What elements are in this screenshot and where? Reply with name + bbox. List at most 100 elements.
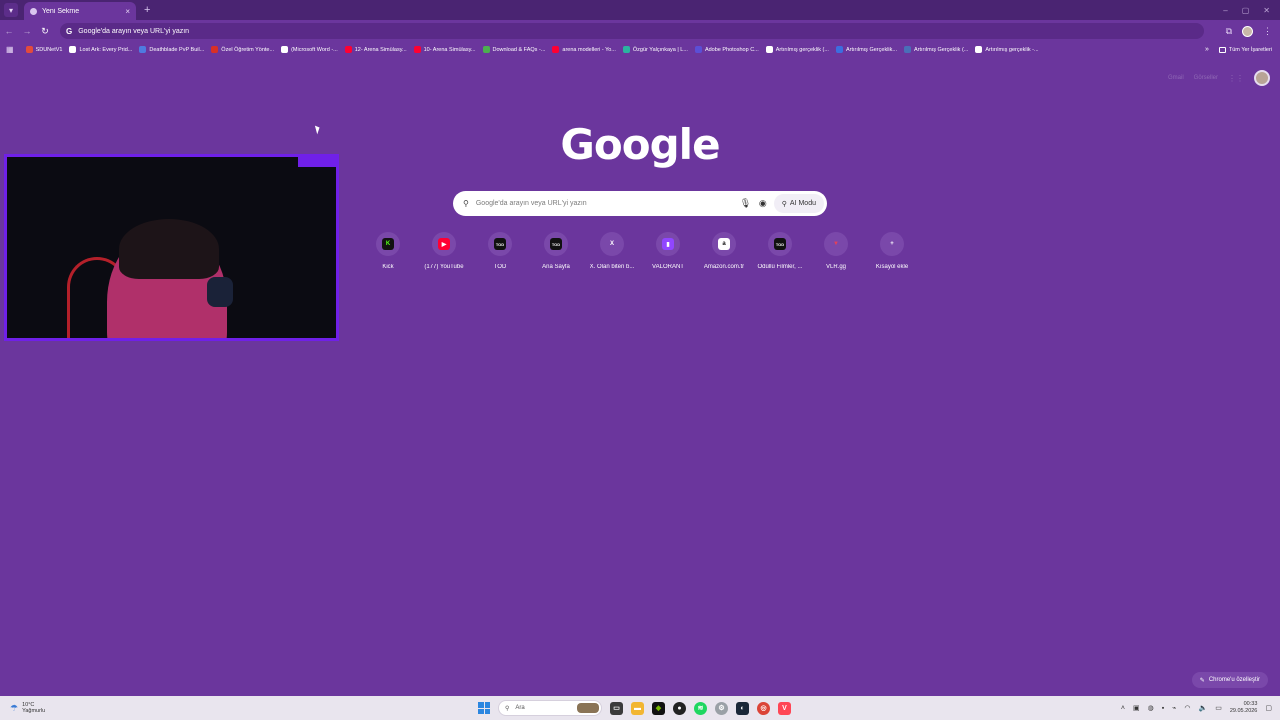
- bookmark-item[interactable]: Artırılmış gerçeklik (...: [765, 46, 829, 53]
- bookmark-label: Artırılmış Gerçeklik...: [845, 46, 897, 53]
- bookmark-item[interactable]: (Microsoft Word -...: [281, 46, 338, 53]
- address-bar[interactable]: G Google'da arayın veya URL'yi yazın: [60, 23, 1204, 39]
- shortcut-tile[interactable]: K Kick: [360, 232, 416, 270]
- weather-widget[interactable]: ☂ 10°C Yağmurlu: [0, 702, 45, 715]
- bookmark-item[interactable]: Artırılmış Gerçeklik...: [835, 46, 897, 53]
- bookmark-item[interactable]: Özel Öğretim Yönte...: [211, 46, 274, 53]
- bookmark-label: Download & FAQs -...: [492, 46, 546, 53]
- tab-search-button[interactable]: ▾: [4, 3, 18, 17]
- google-g-icon: G: [66, 26, 73, 36]
- bookmark-item[interactable]: Özgür Yalçınkaya | L...: [622, 46, 688, 53]
- address-bar-placeholder: Google'da arayın veya URL'yi yazın: [78, 27, 190, 35]
- gmail-link[interactable]: Gmail: [1168, 75, 1184, 81]
- nvidia-icon[interactable]: ◆: [652, 701, 665, 715]
- network-icon[interactable]: ◍: [1148, 704, 1154, 712]
- customize-chrome-button[interactable]: ✎ Chrome'u özelleştir: [1191, 672, 1268, 688]
- shortcut-label: (177) YouTube: [424, 264, 464, 270]
- volume-icon[interactable]: 🔈: [1199, 704, 1208, 712]
- bookmark-item[interactable]: Download & FAQs -...: [482, 46, 546, 53]
- new-tab-button[interactable]: +: [144, 4, 150, 16]
- bookmark-label: Artırılmış gerçeklik -...: [985, 46, 1039, 53]
- battery-icon[interactable]: ▭: [1215, 704, 1222, 712]
- headset: [207, 277, 233, 307]
- shortcut-tile[interactable]: TOD Ödüllü Filmler, ...: [752, 232, 808, 270]
- usb-icon[interactable]: ⌁: [1172, 704, 1176, 712]
- shortcut-tile[interactable]: ▶ (177) YouTube: [416, 232, 472, 270]
- taskbar-search[interactable]: ⚲ Ara: [498, 700, 602, 716]
- bookmarks-overflow-button[interactable]: »: [1205, 46, 1209, 53]
- reload-button[interactable]: ↻: [36, 26, 54, 37]
- shortcut-tile[interactable]: X X. Olan biten b...: [584, 232, 640, 270]
- shortcut-tile[interactable]: ▮ VALORANT: [640, 232, 696, 270]
- close-tab-icon[interactable]: ×: [125, 7, 130, 16]
- microphone-icon[interactable]: 🎙: [740, 198, 751, 209]
- bookmark-favicon-icon: [765, 46, 773, 53]
- search-input[interactable]: Google'da arayın veya URL'yi yazın: [476, 200, 740, 207]
- chevron-up-icon[interactable]: ˄: [1121, 705, 1125, 712]
- close-window-button[interactable]: ✕: [1263, 6, 1270, 15]
- bookmark-item[interactable]: Deathblade PvP Buil...: [139, 46, 204, 53]
- bookmark-favicon-icon: [622, 46, 630, 53]
- steam-icon[interactable]: ◐: [736, 701, 749, 715]
- shortcut-favicon-icon: ▮: [662, 238, 674, 250]
- ai-mode-button[interactable]: ⚲ AI Modu: [773, 194, 824, 213]
- all-bookmarks-button[interactable]: Tüm Yer İşaretleri: [1218, 46, 1272, 53]
- forward-button[interactable]: →: [18, 26, 36, 36]
- file-explorer-icon[interactable]: ▬: [631, 701, 644, 715]
- chrome-menu-icon[interactable]: ⋮: [1263, 26, 1272, 37]
- extensions-icon[interactable]: ⧉: [1226, 26, 1232, 37]
- tray-app-icon[interactable]: ▣: [1133, 704, 1140, 712]
- all-bookmarks-label: Tüm Yer İşaretleri: [1228, 46, 1272, 53]
- apps-grid-icon[interactable]: ▦: [6, 45, 14, 54]
- images-link[interactable]: Görseller: [1194, 75, 1218, 81]
- bookmark-item[interactable]: Artırılmış Gerçeklik (...: [903, 46, 968, 53]
- tab-new-tab[interactable]: Yeni Sekme ×: [24, 2, 136, 20]
- shortcut-tile[interactable]: a Amazon.com.tr: [696, 232, 752, 270]
- webcam-frame-corner: [298, 157, 336, 167]
- valorant-icon[interactable]: V: [778, 701, 791, 715]
- spotify-icon[interactable]: ≋: [694, 701, 707, 715]
- shortcut-label: Ana Sayfa: [542, 264, 570, 270]
- google-lens-icon[interactable]: ◉: [758, 198, 768, 209]
- shortcut-tile[interactable]: TOD TOD: [472, 232, 528, 270]
- shortcut-label: Kick: [382, 264, 394, 270]
- profile-avatar[interactable]: [1242, 25, 1253, 37]
- bookmark-item[interactable]: 10- Arena Simülasy...: [413, 46, 476, 53]
- bookmark-item[interactable]: arena modelleri - Yo...: [552, 46, 616, 53]
- wifi-icon[interactable]: ◠: [1184, 704, 1190, 712]
- back-button[interactable]: ←: [0, 26, 18, 36]
- google-apps-icon[interactable]: ⋮⋮: [1228, 74, 1244, 83]
- shortcut-favicon-icon: +: [886, 238, 898, 250]
- chrome-taskbar-icon[interactable]: ◎: [757, 701, 770, 715]
- taskbar-clock[interactable]: 00:33 29.05.2026: [1230, 701, 1258, 714]
- obs-icon[interactable]: ●: [673, 701, 686, 715]
- bookmark-item[interactable]: Adobe Photoshop C...: [694, 46, 759, 53]
- shortcut-tile[interactable]: + Kısayol ekle: [864, 232, 920, 270]
- notifications-icon[interactable]: ▢: [1265, 704, 1272, 712]
- shortcut-label: Kısayol ekle: [875, 264, 909, 270]
- shortcut-label: VLR.gg: [825, 264, 846, 270]
- security-icon[interactable]: ▪: [1162, 705, 1164, 712]
- weather-description: Yağmurlu: [22, 708, 46, 714]
- bookmark-item[interactable]: Artırılmış gerçeklik -...: [975, 46, 1039, 53]
- shortcut-tile[interactable]: TOD Ana Sayfa: [528, 232, 584, 270]
- google-account-avatar[interactable]: [1254, 70, 1270, 86]
- task-view-icon[interactable]: ▭: [610, 701, 623, 715]
- shortcut-favicon-icon: TOD: [774, 238, 786, 250]
- settings-icon[interactable]: ⚙: [715, 701, 728, 715]
- browser-toolbar: ← → ↻ G Google'da arayın veya URL'yi yaz…: [0, 20, 1280, 42]
- maximize-button[interactable]: ▢: [1242, 6, 1250, 15]
- bookmark-label: SDUNetV1: [35, 46, 63, 53]
- clock-date: 29.05.2026: [1229, 708, 1258, 714]
- bookmark-item[interactable]: SDUNetV1: [25, 46, 63, 53]
- search-box[interactable]: ⚲ Google'da arayın veya URL'yi yazın 🎙 ◉…: [453, 191, 827, 216]
- shortcut-icon-circle: TOD: [488, 232, 512, 256]
- windows-taskbar: ☂ 10°C Yağmurlu ⚲ Ara ▭ ▬ ◆ ● ≋ ⚙ ◐ ◎ V …: [0, 696, 1280, 720]
- webcam-overlay: [4, 154, 339, 341]
- shortcut-tile[interactable]: ▼ VLR.gg: [808, 232, 864, 270]
- bookmark-item[interactable]: Lost Ark: Every Prid...: [69, 46, 132, 53]
- windows-start-icon[interactable]: [478, 702, 490, 714]
- shortcut-label: Amazon.com.tr: [703, 264, 745, 270]
- bookmark-item[interactable]: 12- Arena Simülasy...: [344, 46, 407, 53]
- minimize-button[interactable]: –: [1223, 6, 1227, 15]
